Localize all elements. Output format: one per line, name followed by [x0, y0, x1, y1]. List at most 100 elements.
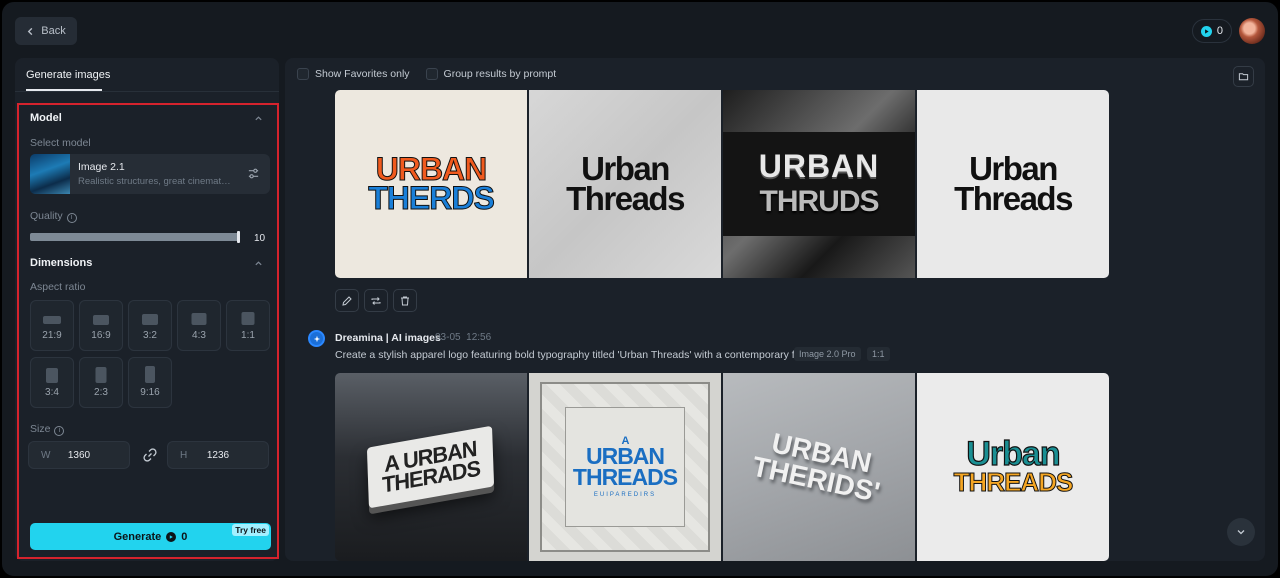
- image-row-2: A URBAN THERADS A URBAN THREADS EUIPARED…: [335, 373, 1109, 561]
- generate-button[interactable]: Generate 0 Try free: [30, 523, 271, 550]
- aspect-ratio-label: Aspect ratio: [30, 281, 86, 293]
- filter-row: Show Favorites only Group results by pro…: [297, 68, 556, 80]
- info-icon[interactable]: i: [54, 426, 65, 436]
- logo-text: THERDS: [368, 180, 496, 216]
- chevron-left-icon: [28, 27, 33, 35]
- logo-band: URBAN THRUDS: [723, 132, 915, 236]
- ratio-9-16-button[interactable]: 9:16: [128, 357, 172, 408]
- result-image[interactable]: A URBAN THREADS EUIPAREDIRS: [529, 373, 721, 561]
- ratio-3-2-button[interactable]: 3:2: [128, 300, 172, 351]
- link-icon[interactable]: [143, 448, 157, 462]
- result-image[interactable]: A URBAN THERADS: [335, 373, 527, 561]
- ratio-label: 9:16: [140, 387, 160, 398]
- chevron-down-icon: [1237, 530, 1245, 535]
- prompt-text: Create a stylish apparel logo featuring …: [335, 349, 811, 361]
- ratio-label: 3:4: [45, 387, 59, 398]
- panel-tabs: Generate images: [15, 58, 279, 92]
- quality-slider-handle[interactable]: [237, 231, 240, 243]
- framed-logo: A URBAN THREADS EUIPAREDIRS: [540, 382, 710, 552]
- logo-text: THREADS: [572, 464, 678, 491]
- logo-text: URBAN: [758, 148, 880, 185]
- ratio-label: 2:3: [94, 387, 108, 398]
- height-input[interactable]: H 1236: [167, 441, 269, 469]
- sliders-icon[interactable]: [247, 167, 260, 180]
- result-image[interactable]: URBAN THERIDS': [723, 373, 915, 561]
- quality-label: Quality i: [30, 210, 77, 223]
- ratio-label: 21:9: [42, 330, 62, 341]
- ratio-shape-icon: [142, 314, 158, 325]
- model-tag: Image 2.0 Pro: [794, 347, 861, 361]
- quality-slider[interactable]: [30, 233, 240, 241]
- ratio-shape-icon: [95, 367, 107, 383]
- dimensions-section-title: Dimensions: [30, 257, 93, 269]
- repeat-icon: [371, 296, 381, 305]
- trash-icon: [401, 296, 409, 305]
- frame-inner: A URBAN THREADS EUIPAREDIRS: [565, 407, 685, 527]
- model-selector[interactable]: Image 2.1 Realistic structures, great ci…: [30, 154, 270, 194]
- sign-mockup: A URBAN THERADS: [367, 425, 495, 509]
- logo-text: Urban: [966, 435, 1061, 474]
- ratio-tag: 1:1: [867, 347, 890, 361]
- author-name: Dreamina | AI images: [335, 332, 441, 344]
- result-image[interactable]: Urban Threads: [917, 90, 1109, 278]
- ratio-shape-icon: [191, 313, 207, 325]
- tab-active-indicator: [26, 89, 102, 91]
- result-image[interactable]: Urban THREADS: [917, 373, 1109, 561]
- folder-button[interactable]: [1233, 66, 1254, 87]
- delete-button[interactable]: [393, 289, 417, 312]
- ratio-1-1-button[interactable]: 1:1: [226, 300, 270, 351]
- result-image[interactable]: URBAN THERDS: [335, 90, 527, 278]
- model-thumbnail: [30, 154, 70, 194]
- ratio-shape-icon: [43, 316, 61, 324]
- ratio-16-9-button[interactable]: 16:9: [79, 300, 123, 351]
- regenerate-button[interactable]: [364, 289, 388, 312]
- app-window: Back 0 Generate images Model Select mode…: [2, 2, 1278, 576]
- generate-panel: Generate images Model Select model Image…: [15, 58, 279, 561]
- ratio-3-4-button[interactable]: 3:4: [30, 357, 74, 408]
- credits-count: 0: [1216, 25, 1223, 37]
- logo-text: Threads: [954, 180, 1073, 217]
- logo-text: Threads: [566, 180, 685, 217]
- ratio-shape-icon: [93, 315, 109, 325]
- ratio-shape-icon: [46, 368, 58, 383]
- dreamina-logo-icon: [308, 330, 325, 347]
- generate-label: Generate: [113, 530, 162, 543]
- model-section-title: Model: [30, 112, 62, 124]
- width-input[interactable]: W 1360: [28, 441, 130, 469]
- quality-value: 10: [254, 233, 266, 244]
- group-by-prompt-checkbox[interactable]: [425, 68, 438, 80]
- show-favorites-checkbox[interactable]: [297, 68, 309, 80]
- try-free-badge: Try free: [232, 524, 269, 536]
- image-actions: [335, 289, 417, 312]
- show-favorites-label[interactable]: Show Favorites only: [315, 68, 410, 80]
- ratio-2-3-button[interactable]: 2:3: [79, 357, 123, 408]
- shirt-logo: URBAN THERIDS': [750, 428, 888, 508]
- chevron-up-icon[interactable]: [254, 259, 263, 268]
- ratio-4-3-button[interactable]: 4:3: [177, 300, 221, 351]
- quality-slider-fill: [30, 233, 240, 241]
- group-by-prompt-label[interactable]: Group results by prompt: [444, 68, 557, 80]
- scroll-down-button[interactable]: [1227, 518, 1255, 546]
- model-name: Image 2.1: [78, 161, 125, 173]
- info-icon[interactable]: i: [66, 213, 77, 223]
- size-label: Size i: [30, 423, 65, 436]
- generate-cost: 0: [181, 530, 188, 543]
- edit-button[interactable]: [335, 289, 359, 312]
- settings-highlight-box: Model Select model Image 2.1 Realistic s…: [17, 103, 279, 559]
- ratio-21-9-button[interactable]: 21:9: [30, 300, 74, 351]
- avatar[interactable]: [1239, 18, 1265, 44]
- ratio-shape-icon: [145, 366, 155, 383]
- credits-badge[interactable]: 0: [1191, 19, 1232, 43]
- ratio-label: 1:1: [241, 330, 255, 341]
- chevron-up-icon[interactable]: [254, 114, 263, 123]
- model-description: Realistic structures, great cinematog...: [78, 176, 234, 187]
- ratio-label: 16:9: [91, 330, 111, 341]
- image-row-1: URBAN THERDS Urban Threads URBAN THRUDS …: [335, 90, 1109, 278]
- results-panel: Show Favorites only Group results by pro…: [285, 58, 1265, 561]
- select-model-label: Select model: [30, 137, 91, 149]
- height-value: 1236: [206, 450, 230, 461]
- result-image[interactable]: URBAN THRUDS: [723, 90, 915, 278]
- result-image[interactable]: Urban Threads: [529, 90, 721, 278]
- tab-generate-images[interactable]: Generate images: [26, 69, 110, 81]
- back-button[interactable]: Back: [15, 17, 77, 45]
